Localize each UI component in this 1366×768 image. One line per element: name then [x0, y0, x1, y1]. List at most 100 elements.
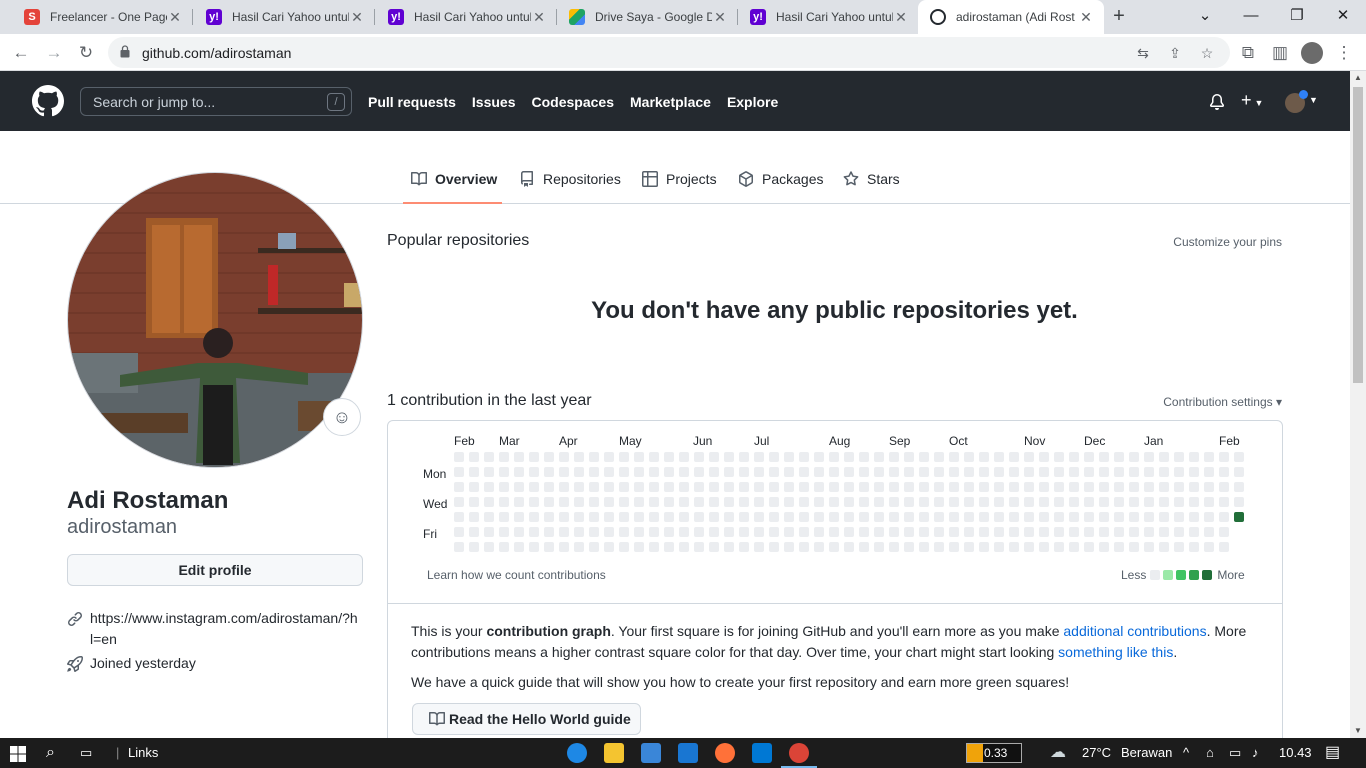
contribution-day[interactable] [529, 527, 539, 537]
contribution-day[interactable] [1159, 542, 1169, 552]
store-app-icon[interactable] [641, 743, 661, 763]
browser-tab[interactable]: adirostaman (Adi Rost ✕ [918, 0, 1104, 34]
contribution-day[interactable] [694, 512, 704, 522]
contribution-day[interactable] [679, 467, 689, 477]
contribution-day[interactable] [859, 482, 869, 492]
contribution-day[interactable] [769, 467, 779, 477]
contribution-day[interactable] [979, 497, 989, 507]
contribution-day[interactable] [664, 497, 674, 507]
contribution-day[interactable] [1174, 452, 1184, 462]
contribution-day[interactable] [769, 452, 779, 462]
contribution-day[interactable] [559, 512, 569, 522]
contribution-day[interactable] [1204, 452, 1214, 462]
contribution-day[interactable] [799, 467, 809, 477]
contribution-day[interactable] [604, 527, 614, 537]
contribution-day[interactable] [1204, 512, 1214, 522]
contribution-day[interactable] [694, 482, 704, 492]
reload-icon[interactable]: ↻ [73, 40, 99, 66]
contribution-day[interactable] [859, 467, 869, 477]
nav-issues[interactable]: Issues [472, 94, 516, 110]
contribution-day[interactable] [694, 467, 704, 477]
contribution-day[interactable] [664, 542, 674, 552]
browser-tab[interactable]: y! Hasil Cari Yahoo untuk ✕ [376, 0, 557, 34]
contribution-day[interactable] [1039, 512, 1049, 522]
contribution-day[interactable] [1114, 482, 1124, 492]
contribution-day[interactable] [859, 527, 869, 537]
contribution-day[interactable] [769, 482, 779, 492]
contribution-day[interactable] [1129, 482, 1139, 492]
contribution-day[interactable] [589, 527, 599, 537]
contribution-day[interactable] [514, 527, 524, 537]
contribution-day[interactable] [1174, 542, 1184, 552]
show-hidden-icons-chevron-icon[interactable]: ^ [1183, 738, 1189, 768]
extensions-icon[interactable]: ⧉ [1235, 40, 1261, 66]
contribution-day[interactable] [619, 482, 629, 492]
contribution-day[interactable] [784, 542, 794, 552]
contribution-day[interactable] [1084, 512, 1094, 522]
contribution-day[interactable] [1129, 452, 1139, 462]
contribution-day[interactable] [829, 497, 839, 507]
contribution-day[interactable] [1054, 542, 1064, 552]
contribution-day[interactable] [1129, 467, 1139, 477]
contribution-day-active[interactable] [1234, 512, 1244, 522]
contribution-day[interactable] [889, 467, 899, 477]
contribution-day[interactable] [1234, 482, 1244, 492]
contribution-day[interactable] [814, 527, 824, 537]
task-view-icon[interactable]: ▭ [80, 738, 92, 768]
contribution-day[interactable] [859, 542, 869, 552]
contribution-day[interactable] [529, 467, 539, 477]
contribution-day[interactable] [784, 512, 794, 522]
contribution-day[interactable] [784, 467, 794, 477]
contribution-day[interactable] [964, 527, 974, 537]
contribution-day[interactable] [979, 482, 989, 492]
contribution-day[interactable] [544, 452, 554, 462]
contribution-day[interactable] [889, 497, 899, 507]
contribution-day[interactable] [844, 512, 854, 522]
contribution-day[interactable] [889, 512, 899, 522]
contribution-day[interactable] [529, 512, 539, 522]
vscode-app-icon[interactable] [752, 743, 772, 763]
contribution-day[interactable] [514, 512, 524, 522]
contribution-day[interactable] [1114, 467, 1124, 477]
chrome-app-icon[interactable] [781, 743, 817, 768]
contribution-day[interactable] [1114, 512, 1124, 522]
contribution-day[interactable] [559, 482, 569, 492]
contribution-day[interactable] [544, 512, 554, 522]
contribution-day[interactable] [1219, 512, 1229, 522]
contribution-day[interactable] [754, 467, 764, 477]
contribution-day[interactable] [769, 542, 779, 552]
contribution-day[interactable] [949, 497, 959, 507]
contribution-day[interactable] [529, 452, 539, 462]
contribution-day[interactable] [604, 452, 614, 462]
contribution-day[interactable] [754, 497, 764, 507]
contribution-day[interactable] [574, 542, 584, 552]
browser-tab[interactable]: S Freelancer - One Page ✕ [12, 0, 193, 34]
contribution-day[interactable] [934, 452, 944, 462]
contribution-day[interactable] [1084, 467, 1094, 477]
contribution-day[interactable] [814, 467, 824, 477]
translate-icon[interactable]: ⇆ [1134, 44, 1152, 62]
contribution-day[interactable] [574, 482, 584, 492]
contribution-day[interactable] [1084, 482, 1094, 492]
taskbar-search-icon[interactable]: ⌕ [46, 738, 55, 768]
contribution-day[interactable] [469, 482, 479, 492]
contribution-day[interactable] [694, 497, 704, 507]
contribution-day[interactable] [919, 512, 929, 522]
contribution-day[interactable] [739, 482, 749, 492]
contribution-day[interactable] [1009, 452, 1019, 462]
weather-temperature[interactable]: 27°C [1082, 738, 1111, 768]
create-new-icon[interactable]: + ▼ [1241, 90, 1263, 111]
contribution-day[interactable] [799, 542, 809, 552]
contribution-day[interactable] [454, 497, 464, 507]
contribution-day[interactable] [994, 452, 1004, 462]
contribution-day[interactable] [1099, 482, 1109, 492]
edit-profile-button[interactable]: Edit profile [67, 554, 363, 586]
contribution-day[interactable] [634, 512, 644, 522]
contribution-day[interactable] [1144, 452, 1154, 462]
browser-tab[interactable]: y! Hasil Cari Yahoo untuk ✕ [194, 0, 375, 34]
contribution-day[interactable] [469, 542, 479, 552]
contribution-day[interactable] [1099, 512, 1109, 522]
contribution-day[interactable] [889, 452, 899, 462]
contribution-day[interactable] [619, 467, 629, 477]
battery-icon[interactable]: ▭ [1229, 738, 1241, 768]
